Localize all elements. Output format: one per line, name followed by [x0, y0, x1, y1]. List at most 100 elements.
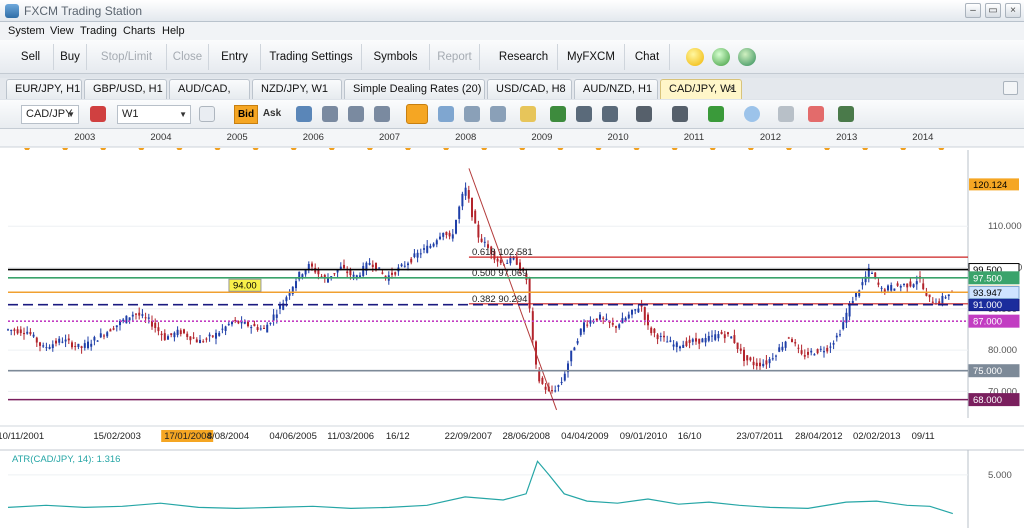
candle-body [509, 257, 512, 264]
candle-body [170, 333, 173, 335]
candle-body [928, 294, 931, 298]
menu-system[interactable]: System [8, 25, 45, 37]
symbols-button[interactable]: Symbols [362, 44, 430, 70]
sell-button[interactable]: Sell [8, 44, 54, 70]
print-icon[interactable] [576, 106, 592, 122]
research-button[interactable]: Research [490, 44, 558, 70]
main-panel-bg [0, 150, 1024, 418]
atr-indicator-panel[interactable]: ATR(CAD/JPY, 14): 1.316 5.000 [0, 449, 1024, 528]
stop-limit-button[interactable]: Stop/Limit [87, 44, 167, 70]
tab-label: NZD/JPY, W1 [261, 83, 329, 95]
candle-body [458, 206, 461, 219]
date-label: 16/12 [386, 431, 410, 442]
candle-body [941, 295, 944, 304]
panel-menu-icon[interactable] [1003, 81, 1018, 95]
cursor-icon[interactable] [348, 106, 364, 122]
candle-body [768, 359, 771, 364]
auto-scale-icon[interactable] [406, 104, 428, 124]
candle-body [167, 336, 169, 340]
ask-toggle[interactable]: Ask [261, 105, 283, 124]
candle-body [672, 344, 675, 347]
report-button[interactable]: Report [430, 44, 480, 70]
minimize-button[interactable]: – [965, 3, 981, 18]
buy-button[interactable]: Buy [54, 44, 87, 70]
candle-body [791, 339, 793, 343]
candle-body [551, 390, 553, 392]
candle-body [445, 231, 448, 236]
settings-icon[interactable] [602, 106, 618, 122]
candle-body [906, 283, 909, 288]
timeframe-select[interactable]: W1 ▼ [117, 105, 191, 124]
menu-view[interactable]: View [50, 25, 74, 37]
tab-aud-cad-w1[interactable]: AUD/CAD, W1 [169, 79, 250, 114]
tab-aud-nzd-h1[interactable]: AUD/NZD, H1 [574, 79, 658, 99]
image-icon[interactable] [550, 106, 566, 122]
myfxcm-button[interactable]: MyFXCM [558, 44, 625, 70]
shift-chart-icon[interactable] [490, 106, 506, 122]
chart-area[interactable]: 2003 2004 2005 2006 2007 2008 2009 2010 2011 2012… [0, 129, 1024, 528]
candle-body [423, 248, 425, 250]
zoom-in-icon[interactable] [322, 106, 338, 122]
candle-body [627, 314, 630, 319]
candle-body [883, 289, 886, 292]
main-chart-panel[interactable]: 110.000100.00090.00080.00070.0000.618 10… [0, 150, 1024, 418]
tab-gbp-usd-h1[interactable]: GBP/USD, H1 [84, 79, 167, 99]
tab-simple-dealing-rates[interactable]: Simple Dealing Rates (20) [344, 79, 485, 99]
candle-body [183, 329, 185, 334]
symbol-select[interactable]: CAD/JPY ▼ [21, 105, 79, 124]
bid-toggle[interactable]: Bid [234, 105, 258, 124]
date-label: 04/04/2009 [561, 431, 609, 442]
date-label: 8/08/2004 [207, 431, 249, 442]
close-position-button[interactable]: Close [167, 44, 209, 70]
text-tool-icon[interactable] [778, 106, 794, 122]
crosshair-icon[interactable] [296, 106, 312, 122]
menu-charts[interactable]: Charts [123, 25, 155, 37]
chat-button[interactable]: Chat [625, 44, 670, 70]
entry-button[interactable]: Entry [209, 44, 261, 70]
candle-body [752, 361, 755, 366]
restore-button[interactable]: ▭ [985, 3, 1001, 18]
price-chart[interactable]: 2003 2004 2005 2006 2007 2008 2009 2010 2011 2012… [0, 129, 1024, 528]
eraser-icon[interactable] [808, 106, 824, 122]
trend-tool-icon[interactable] [672, 106, 688, 122]
candle-body [45, 347, 48, 349]
zoom-out-icon[interactable] [374, 106, 390, 122]
candle-body [826, 347, 829, 352]
candle-body [765, 360, 768, 365]
candle-body [234, 320, 237, 322]
tab-eur-jpy-h1[interactable]: EUR/JPY, H1 [6, 79, 82, 99]
date-label: 23/07/2011 [736, 431, 783, 442]
candle-body [794, 342, 797, 344]
strategy-icon[interactable] [838, 106, 854, 122]
close-window-button[interactable]: × [1005, 3, 1021, 18]
copy-chart-icon[interactable] [438, 106, 454, 122]
tab-close-icon[interactable]: × [729, 80, 735, 99]
candle-body [448, 232, 451, 237]
lightbulb-icon[interactable] [686, 48, 704, 66]
candle-body [29, 331, 32, 335]
line-style-icon[interactable] [636, 106, 652, 122]
tab-usd-cad-h8[interactable]: USD/CAD, H8 [487, 79, 572, 99]
tab-nzd-jpy-w1[interactable]: NZD/JPY, W1 [252, 79, 342, 99]
pencil-icon[interactable] [520, 106, 536, 122]
menu-trading[interactable]: Trading [80, 25, 117, 37]
atr-title: ATR(CAD/JPY, 14): 1.316 [12, 454, 120, 465]
clock-icon[interactable] [712, 48, 730, 66]
shape-ellipse-icon[interactable] [744, 106, 760, 122]
menu-help[interactable]: Help [162, 25, 185, 37]
candle-body [650, 327, 653, 334]
color-line-icon[interactable] [708, 106, 724, 122]
year-label: 2007 [379, 132, 400, 143]
sync-icon[interactable] [464, 106, 480, 122]
candle-body [288, 293, 291, 296]
candle-body [560, 381, 563, 383]
indicator-icon[interactable] [199, 106, 215, 122]
candle-body [23, 333, 25, 335]
candle-body [419, 253, 422, 255]
candle-body [154, 322, 157, 328]
candle-body [32, 334, 35, 337]
trading-settings-button[interactable]: Trading Settings [261, 44, 362, 70]
chart-type-icon[interactable] [90, 106, 106, 122]
refresh-icon[interactable] [738, 48, 756, 66]
tab-cad-jpy-w1[interactable]: CAD/JPY, W1 × [660, 79, 742, 99]
